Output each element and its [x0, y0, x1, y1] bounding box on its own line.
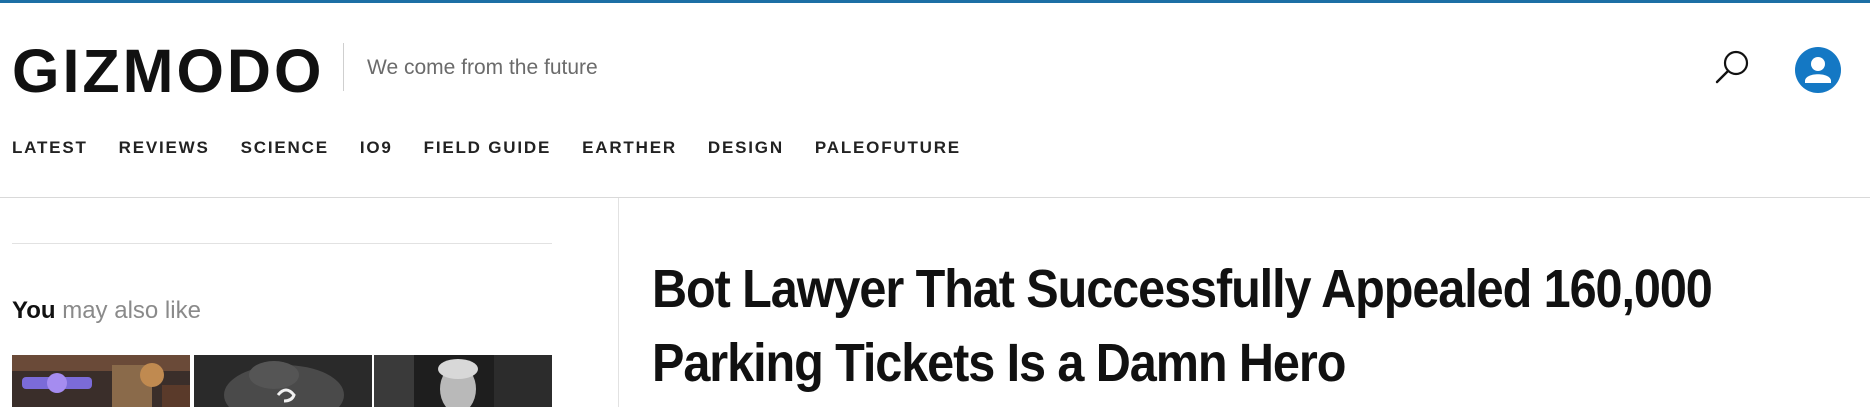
sidebar-heading-light: may also like [62, 297, 201, 324]
sidebar-recommendations: You may also like [12, 198, 552, 407]
search-button[interactable] [1713, 47, 1753, 87]
nav-item-design[interactable]: DESIGN [708, 137, 784, 159]
nav-item-paleofuture[interactable]: PALEOFUTURE [815, 137, 961, 159]
headline-line-1: Bot Lawyer That Successfully Appealed 16… [652, 259, 1713, 319]
column-divider [618, 198, 619, 407]
nav-item-earther[interactable]: EARTHER [582, 137, 677, 159]
main-nav: LATEST REVIEWS SCIENCE IO9 FIELD GUIDE E… [12, 137, 992, 159]
headline-line-2: Parking Tickets Is a Damn Hero [652, 333, 1346, 393]
nav-item-reviews[interactable]: REVIEWS [119, 137, 210, 159]
article-headline: Bot Lawyer That Successfully Appealed 16… [652, 252, 1713, 400]
site-tagline: We come from the future [367, 56, 598, 79]
search-icon [1715, 50, 1749, 84]
sidebar-heading-bold: You [12, 297, 56, 324]
nav-item-latest[interactable]: LATEST [12, 137, 88, 159]
user-account-button[interactable] [1795, 47, 1841, 93]
sidebar-heading: You may also like [12, 297, 201, 325]
nav-item-field-guide[interactable]: FIELD GUIDE [424, 137, 551, 159]
recommended-thumbnail[interactable] [194, 355, 372, 407]
recommended-thumbnail[interactable] [12, 355, 190, 407]
recommended-thumbnails [12, 355, 552, 407]
nav-item-io9[interactable]: IO9 [360, 137, 393, 159]
site-header: GIZMODO We come from the future LATEST R… [0, 3, 1870, 198]
sidebar-divider [12, 243, 552, 244]
recommended-thumbnail[interactable] [374, 355, 552, 407]
site-logo[interactable]: GIZMODO [12, 39, 324, 103]
nav-item-science[interactable]: SCIENCE [241, 137, 329, 159]
user-icon [1805, 57, 1831, 83]
logo-divider [343, 43, 344, 91]
